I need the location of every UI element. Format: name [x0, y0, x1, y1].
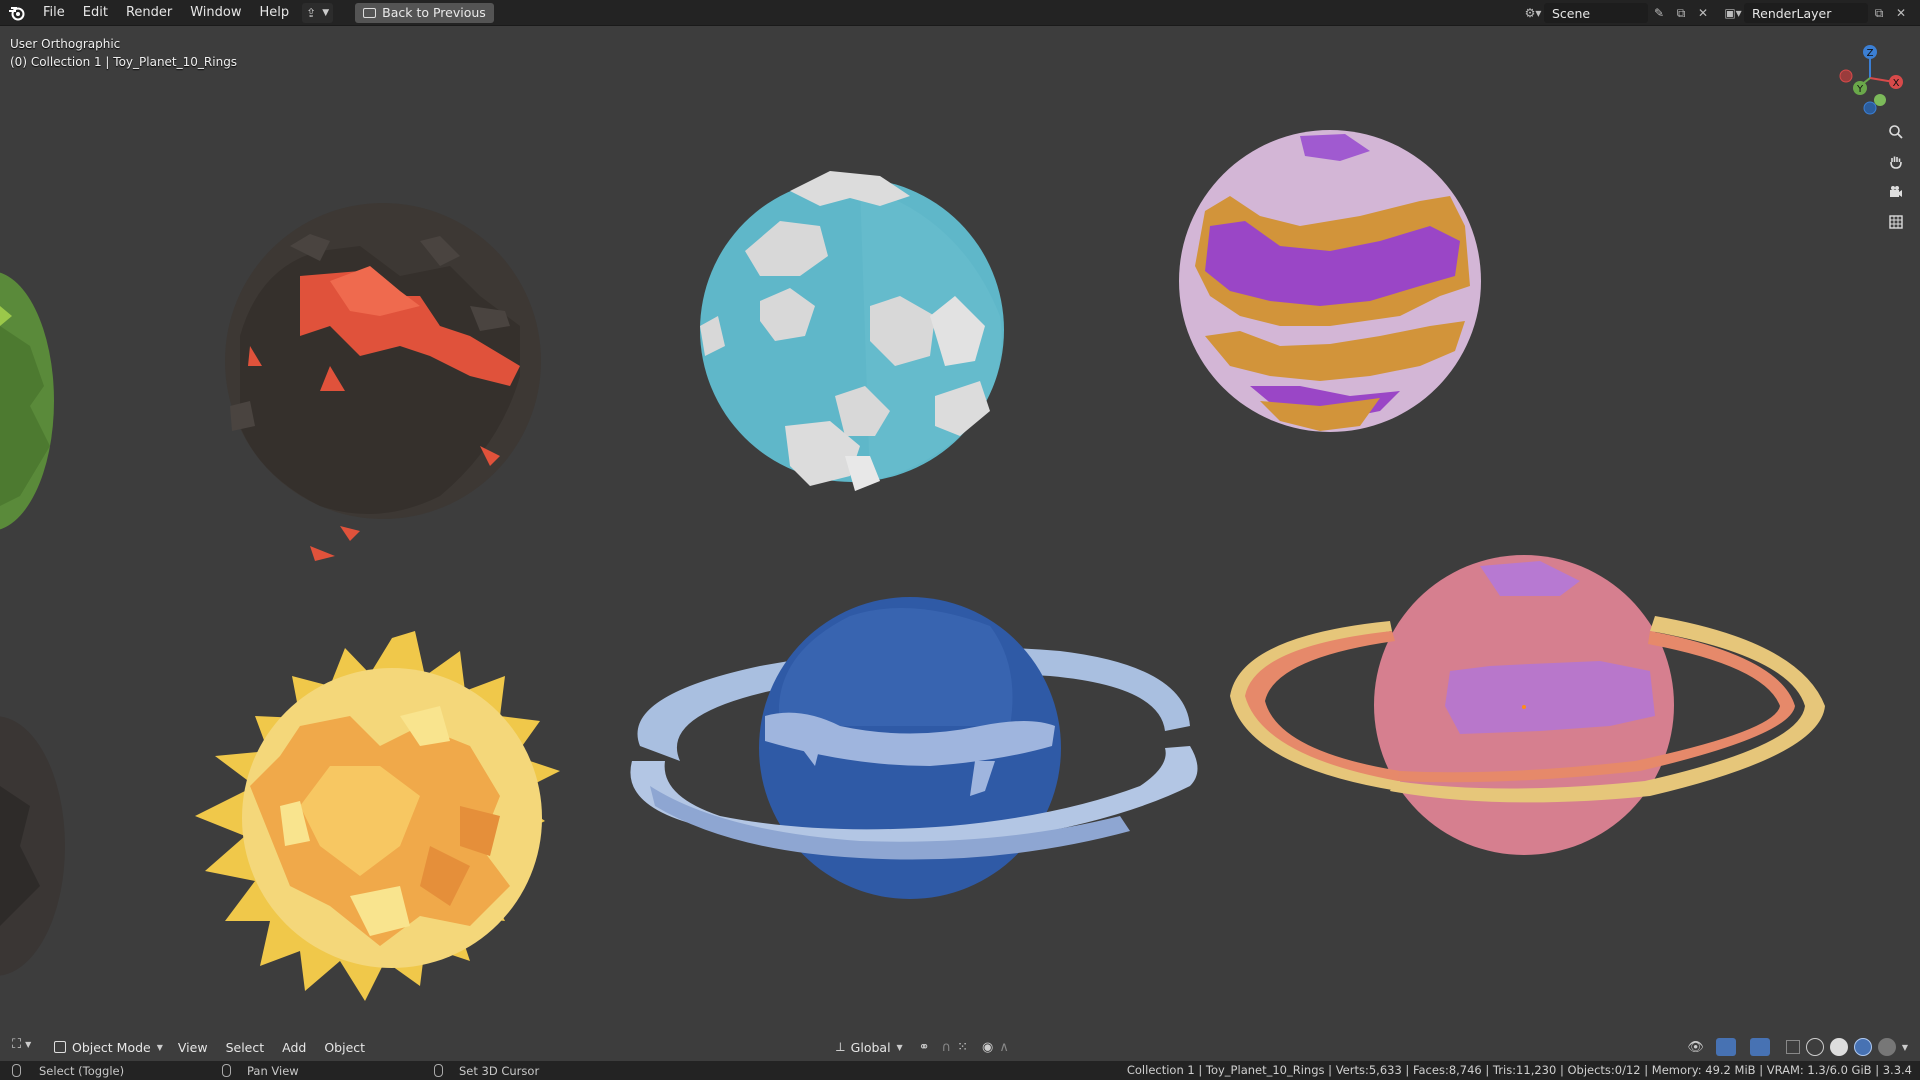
snap-grid-icon[interactable]: ⁙	[957, 1040, 968, 1055]
material-shading-icon[interactable]	[1853, 1038, 1872, 1056]
upload-icon: ⇪	[306, 5, 317, 20]
grid-icon[interactable]	[1884, 210, 1908, 234]
status-hint-pan: Pan View	[222, 1064, 299, 1078]
purple-banded-planet[interactable]	[1179, 130, 1481, 432]
scene-selector[interactable]: ⚙▾ Scene ✎ ⧉ ✕	[1522, 3, 1714, 23]
status-bar: Select (Toggle) Pan View Set 3D Cursor C…	[0, 1061, 1920, 1080]
viewport-nav-tools	[1884, 120, 1908, 234]
ice-planet[interactable]	[700, 171, 1004, 491]
green-planet-partial[interactable]	[0, 271, 54, 531]
spiky-sun[interactable]	[195, 631, 560, 1001]
camera-icon[interactable]	[1884, 180, 1908, 204]
hint-cursor-label: Set 3D Cursor	[459, 1063, 540, 1078]
status-hint-cursor: Set 3D Cursor	[434, 1064, 539, 1078]
shading-tools: 👁 ▼	[1687, 1036, 1908, 1058]
collection-path-label: (0) Collection 1 | Toy_Planet_10_Rings	[10, 55, 238, 69]
chevron-down-icon[interactable]: ▼	[1902, 1043, 1908, 1052]
gizmo-x-label: X	[1893, 78, 1900, 89]
gizmo-neg-z[interactable]	[1863, 101, 1877, 115]
lava-planet[interactable]	[225, 203, 541, 561]
menu-file[interactable]: File	[34, 0, 74, 26]
wireframe-shading-icon[interactable]	[1805, 1038, 1824, 1056]
zoom-icon[interactable]	[1884, 120, 1908, 144]
transform-tools: ⟂ Global ▼ ⚭ ∩ ⁙ ◉ ∧	[836, 1036, 1009, 1058]
pink-ringed-planet[interactable]	[1230, 555, 1825, 855]
view-name-label: User Orthographic	[10, 37, 121, 51]
orientation-icon: ⟂	[836, 1039, 845, 1055]
scene-statistics: Collection 1 | Toy_Planet_10_Rings | Ver…	[1126, 1063, 1912, 1077]
snap-magnet-icon[interactable]: ∩	[942, 1040, 952, 1055]
hint-select-label: Select (Toggle)	[39, 1063, 125, 1078]
viewport-header: ⛶ ▼ Object Mode ▼ View Select Add Object…	[0, 1033, 1920, 1061]
object-mode-label: Object Mode	[72, 1039, 151, 1055]
menu-select[interactable]: Select	[217, 1040, 274, 1055]
orientation-dropdown[interactable]: Global	[851, 1040, 891, 1055]
render-layer-selector[interactable]: ▣▾ RenderLayer ⧉ ✕	[1722, 3, 1912, 23]
falloff-icon[interactable]: ∧	[999, 1040, 1009, 1055]
blender-logo-icon[interactable]	[0, 0, 34, 26]
screen-icon	[363, 7, 377, 18]
top-bar: File Edit Render Window Help ⇪ ▼ Back to…	[0, 0, 1920, 26]
3d-viewport[interactable]: User Orthographic (0) Collection 1 | Toy…	[0, 26, 1920, 1045]
menu-edit[interactable]: Edit	[74, 0, 117, 26]
chevron-down-icon: ▼	[25, 1040, 32, 1049]
menu-object[interactable]: Object	[315, 1040, 374, 1055]
overlay-toggle-icon[interactable]	[1749, 1038, 1770, 1056]
delete-layer-icon[interactable]: ✕	[1890, 3, 1912, 23]
back-to-previous-button[interactable]: Back to Previous	[355, 2, 494, 23]
mouse-right-icon	[434, 1064, 443, 1077]
mouse-middle-icon	[222, 1064, 231, 1077]
status-hint-select: Select (Toggle)	[12, 1064, 124, 1078]
navigation-gizmo[interactable]: Z X Y	[1824, 36, 1908, 120]
blue-ringed-planet[interactable]	[630, 597, 1198, 899]
mouse-left-icon	[12, 1064, 21, 1077]
hint-pan-label: Pan View	[247, 1063, 299, 1078]
xray-icon[interactable]	[1785, 1040, 1800, 1054]
editor-type-icon: ⛶	[12, 1037, 22, 1052]
scene-name-field[interactable]: Scene	[1544, 3, 1648, 23]
dark-planet-partial[interactable]	[0, 716, 65, 976]
scene-render	[0, 130, 1825, 1001]
pin-icon[interactable]: ✎	[1648, 3, 1670, 23]
delete-scene-icon[interactable]: ✕	[1692, 3, 1714, 23]
gizmo-y-label: Y	[1856, 84, 1864, 95]
back-label: Back to Previous	[382, 5, 486, 20]
render-layer-field[interactable]: RenderLayer	[1744, 3, 1868, 23]
chevron-down-icon: ▼	[896, 1042, 903, 1052]
object-mode-icon	[54, 1041, 66, 1053]
gizmo-neg-y[interactable]	[1874, 94, 1886, 106]
editor-type-select[interactable]: ⛶ ▼	[12, 1037, 31, 1052]
object-mode-dropdown[interactable]: Object Mode ▼	[48, 1036, 169, 1058]
proportional-edit-icon[interactable]: ◉	[982, 1040, 993, 1055]
rendered-shading-icon[interactable]	[1877, 1038, 1896, 1056]
menu-window[interactable]: Window	[181, 0, 250, 26]
pan-hand-icon[interactable]	[1884, 150, 1908, 174]
render-layer-icon[interactable]: ▣▾	[1722, 3, 1744, 23]
gizmo-z-label: Z	[1867, 48, 1874, 59]
gizmo-neg-x[interactable]	[1839, 69, 1853, 83]
pivot-icon[interactable]: ⚭	[919, 1040, 930, 1055]
visibility-icon[interactable]: 👁	[1687, 1040, 1704, 1055]
menu-help[interactable]: Help	[251, 0, 299, 26]
new-scene-icon[interactable]: ⧉	[1670, 3, 1692, 23]
menu-add[interactable]: Add	[273, 1040, 315, 1055]
chevron-down-icon: ▼	[322, 7, 330, 18]
new-layer-icon[interactable]: ⧉	[1868, 3, 1890, 23]
menu-view[interactable]: View	[169, 1040, 217, 1055]
workspace-dropdown[interactable]: ⇪ ▼	[302, 2, 334, 23]
solid-shading-icon[interactable]	[1829, 1038, 1848, 1056]
menu-render[interactable]: Render	[117, 0, 181, 26]
viewport-info-overlay: User Orthographic (0) Collection 1 | Toy…	[10, 35, 237, 71]
chevron-down-icon: ▼	[156, 1042, 163, 1052]
gizmo-toggle-icon[interactable]	[1715, 1038, 1736, 1056]
scene-icon[interactable]: ⚙▾	[1522, 3, 1544, 23]
